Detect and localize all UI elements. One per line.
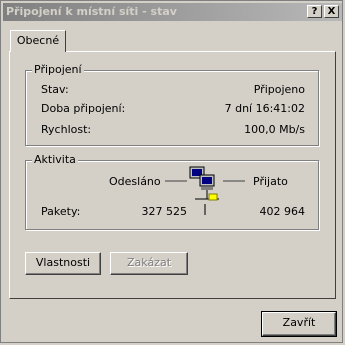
sent-label: Odesláno: [109, 175, 161, 188]
duration-label: Doba připojení:: [41, 102, 126, 115]
packets-received-value: 402 964: [259, 205, 306, 218]
disable-button[interactable]: Zakázat: [110, 252, 188, 275]
connection-group-title: Připojení: [32, 63, 84, 76]
help-button[interactable]: ?: [307, 5, 322, 18]
activity-group-title: Aktivita: [32, 153, 78, 166]
properties-button[interactable]: Vlastnosti: [25, 252, 101, 275]
tab-general[interactable]: Obecné: [10, 30, 66, 52]
duration-value: 7 dní 16:41:02: [224, 102, 305, 115]
packets-sent-value: 327 525: [141, 205, 188, 218]
packets-label: Pakety:: [41, 205, 81, 218]
received-label: Přijato: [253, 175, 288, 188]
status-dialog: Připojení k místní síti - stav ? X Obecn…: [0, 0, 343, 343]
close-button[interactable]: Zavřít: [261, 311, 337, 337]
close-window-button[interactable]: X: [324, 5, 339, 18]
tab-general-label: Obecné: [16, 34, 60, 47]
speed-label: Rychlost:: [41, 123, 92, 136]
speed-value: 100,0 Mb/s: [244, 123, 305, 136]
window-title: Připojení k místní síti - stav: [6, 5, 177, 18]
title-bar[interactable]: Připojení k místní síti - stav: [3, 3, 342, 21]
status-label: Stav:: [41, 83, 69, 96]
status-value: Připojeno: [253, 83, 305, 96]
